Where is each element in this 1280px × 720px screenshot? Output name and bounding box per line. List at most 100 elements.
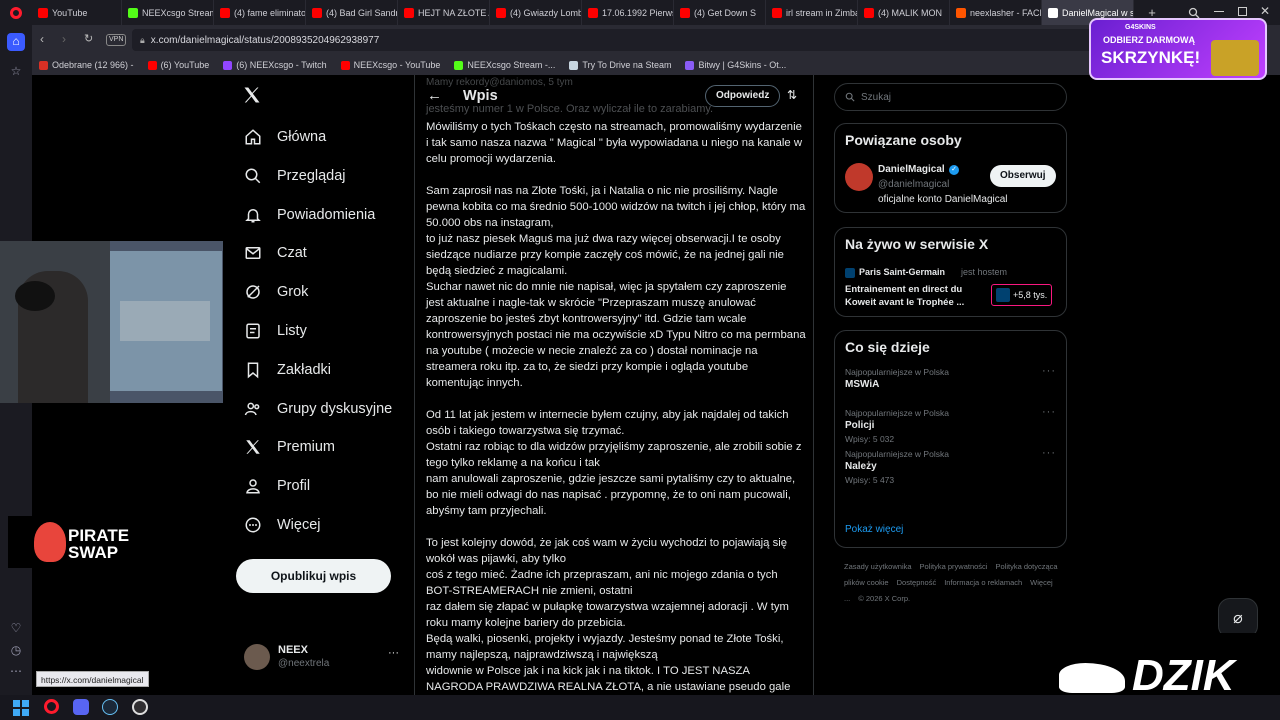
account-more-icon[interactable]: ··· [388, 647, 399, 659]
close-window-button[interactable]: ✕ [1260, 4, 1270, 18]
nav-item-8[interactable]: Grupy dyskusyjne [242, 394, 392, 424]
browser-tab[interactable]: (4) Bad Girl Sandra [306, 0, 398, 25]
nav-item-4[interactable]: Czat [242, 238, 307, 268]
live-card: Na żywo w serwisie X Paris Saint-Germain… [834, 227, 1067, 317]
nav-item-3[interactable]: Powiadomienia [242, 200, 375, 230]
browser-tab[interactable]: (4) MALIK MON [858, 0, 950, 25]
taskbar-steam-icon[interactable] [102, 699, 118, 715]
tab-label: DanielMagical w serwisie [1062, 7, 1133, 18]
account-switcher[interactable]: NEEX @neextrela ··· [242, 639, 406, 679]
bookmark-item[interactable]: (6) YouTube [141, 60, 217, 70]
tab-label: NEEXcsgo Stream - [142, 7, 213, 18]
footer-link[interactable]: Informacja o reklamach [944, 578, 1022, 587]
trend-more-icon[interactable]: ··· [1042, 406, 1056, 418]
trend-context: Najpopularniejsze w Polska [845, 408, 949, 418]
live-host[interactable]: Paris Saint-Germain [859, 267, 945, 277]
tab-label: 17.06.1992 Pierwsz [602, 7, 674, 18]
post-body: Mówiliśmy o tych Tośkach często na strea… [426, 121, 806, 693]
bookmark-item[interactable]: NEEXcsgo Stream -... [447, 60, 562, 70]
nav-item-6[interactable]: Listy [242, 316, 307, 346]
vpn-badge[interactable]: VPN [106, 34, 127, 46]
follow-button[interactable]: Obserwuj [990, 165, 1056, 187]
history-icon[interactable]: ◷ [8, 642, 24, 658]
footer-link[interactable]: Dostępność [897, 578, 937, 587]
browser-tab[interactable]: (4) Get Down S [674, 0, 766, 25]
nav-item-label: Powiadomienia [277, 206, 376, 223]
maximize-window-button[interactable] [1238, 7, 1247, 16]
tab-search-icon[interactable] [1188, 6, 1200, 19]
related-people-card: Powiązane osoby DanielMagical ✓ @danielm… [834, 123, 1067, 213]
grok-floating-icon[interactable]: ⌀ [1218, 598, 1258, 638]
taskbar-discord-icon[interactable] [73, 699, 89, 715]
browser-tab[interactable]: HEJT NA ZŁOTE AN [398, 0, 490, 25]
publish-post-button[interactable]: Opublikuj wpis [236, 559, 391, 593]
browser-tab[interactable]: YouTube [32, 0, 122, 25]
footer-link[interactable]: Polityka prywatności [920, 562, 988, 571]
tab-label: (4) MALIK MON [878, 7, 943, 18]
x-logo-icon[interactable] [242, 85, 266, 109]
bookmark-item[interactable]: NEEXcsgo - YouTube [334, 60, 448, 70]
bookmark-favicon-icon [39, 60, 48, 70]
browser-tab[interactable]: (4) fame eliminato [214, 0, 306, 25]
taskbar-obs-icon[interactable] [132, 699, 148, 715]
tab-label: (4) fame eliminato [234, 7, 306, 18]
nav-item-label: Grupy dyskusyjne [277, 400, 393, 417]
search-icon [242, 165, 264, 187]
bookmark-item[interactable]: (6) NEEXcsgo - Twitch [216, 60, 333, 70]
reply-button[interactable]: Odpowiedz [705, 85, 781, 107]
trend-more-icon[interactable]: ··· [1042, 365, 1056, 377]
back-arrow-icon[interactable]: ‹ [40, 32, 44, 46]
trends-card: Co się dzieje Pokaż więcej Najpopularnie… [834, 330, 1067, 548]
browser-tab[interactable]: irl stream in Zimba [766, 0, 858, 25]
nav-item-11[interactable]: Więcej [242, 510, 321, 540]
back-arrow-icon[interactable]: ← [427, 87, 442, 104]
trend-name[interactable]: MSWiA [845, 379, 879, 390]
footer-link[interactable]: Zasady użytkownika [844, 562, 912, 571]
bookmark-label: (6) NEEXcsgo - Twitch [236, 60, 327, 70]
bookmark-label: NEEXcsgo - YouTube [353, 60, 441, 70]
browser-tab[interactable]: 17.06.1992 Pierwsz [582, 0, 674, 25]
webcam-window-view [120, 301, 210, 341]
minimize-window-button[interactable] [1214, 11, 1224, 12]
taskbar-opera-icon[interactable] [44, 699, 59, 714]
promo-overlay[interactable]: G4SKINS ODBIERZ DARMOWĄ SKRZYNKĘ! [1089, 18, 1267, 80]
nav-item-2[interactable]: Przeglądaj [242, 161, 346, 191]
opera-logo-icon[interactable] [0, 0, 32, 25]
browser-tab[interactable]: neexlasher - FACEIT [950, 0, 1042, 25]
nav-item-10[interactable]: Profil [242, 471, 310, 501]
windows-start-icon[interactable] [13, 700, 29, 716]
related-name[interactable]: DanielMagical [878, 164, 945, 175]
forward-arrow-icon[interactable]: › [62, 32, 66, 46]
bookmark-label: (6) YouTube [160, 60, 210, 70]
browser-tab[interactable]: NEEXcsgo Stream - [122, 0, 214, 25]
pinboard-icon[interactable]: ☆ [8, 63, 24, 79]
promo-chest-icon [1211, 40, 1259, 76]
heart-icon[interactable]: ♡ [8, 620, 24, 636]
live-event-title[interactable]: Entrainement en direct du Koweit avant l… [845, 283, 980, 309]
trend-name[interactable]: Należy [845, 461, 877, 472]
trend-name[interactable]: Policji [845, 420, 874, 431]
sidebar-more-icon[interactable]: ⋯ [8, 663, 24, 679]
nav-item-label: Przeglądaj [277, 167, 346, 184]
nav-item-9[interactable]: Premium [242, 432, 335, 462]
filter-settings-icon[interactable]: ⇅ [787, 88, 797, 102]
related-avatar[interactable] [845, 163, 873, 191]
show-more-link[interactable]: Pokaż więcej [845, 524, 903, 535]
nav-item-7[interactable]: Zakładki [242, 355, 331, 385]
footer-link[interactable]: © 2026 X Corp. [858, 594, 910, 603]
nav-item-1[interactable]: Główna [242, 122, 326, 152]
tab-label: (4) Get Down S [694, 7, 757, 18]
trend-more-icon[interactable]: ··· [1042, 447, 1056, 459]
bookmark-favicon-icon [223, 60, 233, 70]
search-input[interactable]: Szukaj [834, 83, 1067, 111]
reload-icon[interactable]: ↻ [84, 32, 93, 45]
bookmark-item[interactable]: Odebrane (12 966) - [32, 60, 141, 70]
bookmark-item[interactable]: Try To Drive na Steam [562, 60, 678, 70]
nav-item-5[interactable]: Grok [242, 277, 308, 307]
bookmark-item[interactable]: Bitwy | G4Skins - Ot... [678, 60, 793, 70]
live-listeners-badge[interactable]: +5,8 tys. [991, 284, 1053, 306]
address-bar[interactable]: 🔒︎ x.com/danielmagical/status/2008935204… [132, 29, 1122, 51]
lock-icon: 🔒︎ [140, 34, 145, 45]
browser-tab[interactable]: (4) Gwiazdy Lomba [490, 0, 582, 25]
home-workspace-icon[interactable]: ⌂ [7, 33, 25, 51]
